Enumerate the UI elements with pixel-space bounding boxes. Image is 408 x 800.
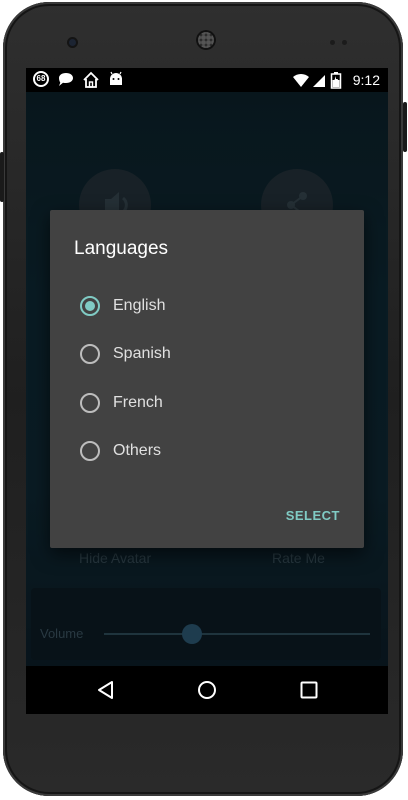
volume-button xyxy=(403,102,407,152)
recents-icon[interactable] xyxy=(299,680,319,700)
chat-bubble-icon xyxy=(59,73,73,86)
front-camera xyxy=(69,39,76,46)
language-option-french[interactable]: French xyxy=(50,379,364,427)
language-option-others[interactable]: Others xyxy=(50,427,364,475)
option-label: French xyxy=(113,394,163,411)
count-badge-icon: 68 xyxy=(33,71,49,87)
option-label: Others xyxy=(113,442,162,459)
radio-button[interactable] xyxy=(80,344,100,364)
wifi-icon xyxy=(293,73,309,87)
light-sensor xyxy=(342,40,347,45)
radio-button[interactable] xyxy=(80,393,100,413)
dialog-title: Languages xyxy=(74,238,169,259)
battery-icon xyxy=(330,72,342,89)
option-label: English xyxy=(113,297,166,314)
option-label: Spanish xyxy=(113,345,171,362)
power-button xyxy=(0,152,4,202)
home-circle-icon[interactable] xyxy=(197,680,217,700)
phone-frame: 68 9:12 Hide Avatar Rate Me Volume Langu… xyxy=(0,2,407,796)
radio-button[interactable] xyxy=(80,441,100,461)
languages-dialog: Languages English Spanish French Others … xyxy=(50,210,364,548)
radio-button-checked[interactable] xyxy=(80,296,100,316)
earpiece-speaker xyxy=(196,30,216,50)
back-icon[interactable] xyxy=(96,680,116,700)
select-button[interactable]: SELECT xyxy=(286,508,340,523)
android-icon xyxy=(110,71,122,85)
language-option-spanish[interactable]: Spanish xyxy=(50,330,364,378)
language-option-english[interactable]: English xyxy=(50,282,364,330)
proximity-sensor xyxy=(330,40,335,45)
status-bar: 68 9:12 xyxy=(26,68,388,92)
home-icon xyxy=(83,71,99,88)
signal-icon xyxy=(313,75,325,87)
status-time: 9:12 xyxy=(352,72,380,88)
screen: 68 9:12 Hide Avatar Rate Me Volume Langu… xyxy=(26,68,388,714)
navigation-bar xyxy=(26,666,388,714)
